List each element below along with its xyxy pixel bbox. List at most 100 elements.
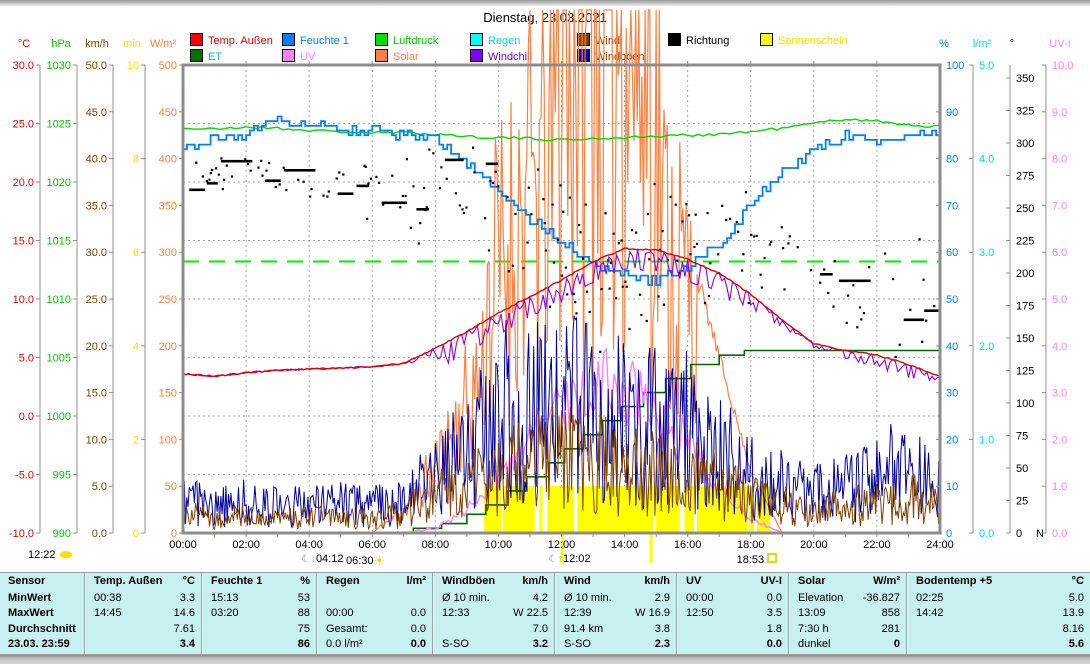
svg-text:25: 25	[1016, 496, 1028, 508]
table-column-header: Windkm/h	[556, 574, 676, 590]
table-cell-row: 7:30 h281	[790, 621, 906, 637]
svg-text:-10.0: -10.0	[9, 528, 34, 540]
svg-text:150: 150	[1016, 333, 1034, 345]
svg-text:0.0: 0.0	[979, 528, 994, 540]
svg-text:°C: °C	[18, 38, 30, 50]
axis-uvi: 10.09.08.07.06.05.04.03.02.01.00.0UV-I	[1042, 38, 1073, 540]
svg-text:100: 100	[159, 434, 177, 446]
svg-text:10.0: 10.0	[86, 434, 107, 446]
x-tick-label: 14:00	[611, 539, 639, 551]
svg-text:450: 450	[159, 107, 177, 119]
svg-text:10.0: 10.0	[13, 294, 34, 306]
table-row-label: MinWert	[0, 590, 84, 606]
svg-text:45.0: 45.0	[86, 107, 107, 119]
series-temp	[183, 248, 940, 377]
table-column-bodentemp-5: Bodentemp +5°C02:255.014:4213.98.165.6	[908, 573, 1090, 654]
svg-text:30: 30	[946, 388, 958, 400]
table-cell-row: 91.4 km3.8	[556, 621, 676, 637]
svg-text:2.0: 2.0	[1052, 434, 1067, 446]
x-tick-label: 04:00	[295, 539, 323, 551]
x-tick-label: 02:00	[232, 539, 260, 551]
table-cell-row: dunkel0	[790, 637, 906, 653]
svg-text:4.0: 4.0	[979, 154, 994, 166]
x-tick-label: 24:00	[926, 539, 954, 551]
svg-text:10: 10	[127, 60, 139, 72]
series-direction	[189, 147, 938, 359]
table-column-header: Temp. Außen°C	[86, 574, 201, 590]
svg-text:9.0: 9.0	[1052, 107, 1067, 119]
svg-text:250: 250	[159, 294, 177, 306]
svg-text:1.0: 1.0	[1052, 481, 1067, 493]
table-column-header: Bodentemp +5°C	[908, 574, 1090, 590]
event-time: 04:12	[316, 553, 344, 565]
svg-text:1.0: 1.0	[979, 434, 994, 446]
axis-deg: 3503253002752502252001751501251007550250…	[1006, 38, 1044, 540]
svg-text:2: 2	[133, 434, 139, 446]
svg-text:200: 200	[159, 341, 177, 353]
table-header: Sensor	[0, 574, 84, 590]
svg-text:0.0: 0.0	[92, 528, 107, 540]
axis-min: 1086420min	[123, 38, 145, 540]
svg-text:hPa: hPa	[51, 38, 71, 50]
svg-text:70: 70	[946, 200, 958, 212]
sunrise-icon: ☀	[374, 553, 386, 568]
svg-text:UV-I: UV-I	[1049, 38, 1070, 50]
x-tick-label: 12:00	[548, 539, 576, 551]
svg-text:175: 175	[1016, 301, 1034, 313]
svg-text:75: 75	[1016, 431, 1028, 443]
table-cell-row: 7.61	[86, 621, 201, 637]
svg-text:1005: 1005	[47, 353, 71, 365]
svg-text:50: 50	[946, 294, 958, 306]
svg-text:8: 8	[133, 154, 139, 166]
event-sunrise: 06:30☀	[346, 553, 385, 569]
svg-text:N: N	[1036, 528, 1044, 540]
table-cell-row: 00:000.0	[318, 606, 432, 622]
axis-wm2: 500450400350300250200150100500W/m²	[150, 38, 183, 540]
svg-text:40: 40	[946, 341, 958, 353]
svg-text:350: 350	[1016, 73, 1034, 85]
x-tick-label: 10:00	[485, 539, 513, 551]
svg-text:1020: 1020	[47, 177, 71, 189]
table-cell-row: 7.0	[434, 621, 554, 637]
svg-text:min: min	[123, 38, 141, 50]
table-column-header: Feuchte 1%	[203, 574, 316, 590]
svg-text:1010: 1010	[47, 294, 71, 306]
svg-text:30.0: 30.0	[86, 247, 107, 259]
table-column-wind: Windkm/hØ 10 min.2.912:39W 16.991.4 km3.…	[556, 573, 678, 654]
table-column-feuchte-1: Feuchte 1%15:135303:20887586	[203, 573, 318, 654]
weather-chart: 30.025.020.015.010.05.00.0-5.0-10.0°C103…	[0, 0, 1090, 577]
svg-text:30.0: 30.0	[13, 60, 34, 72]
event-sunset: 18:53	[737, 553, 778, 566]
svg-text:1030: 1030	[47, 60, 71, 72]
table-cell-row: 1.8	[678, 621, 788, 637]
table-cell-row: 02:255.0	[908, 590, 1090, 606]
svg-text:225: 225	[1016, 236, 1034, 248]
svg-text:3.0: 3.0	[1052, 388, 1067, 400]
table-cell-row: 86	[203, 637, 316, 653]
table-column-regen: Regenl/m²00:000.0Gesamt:0.00.0 l/m²0.0	[318, 573, 434, 654]
table-row-label: 23.03. 23:59	[0, 637, 84, 653]
svg-text:150: 150	[159, 388, 177, 400]
svg-text:50: 50	[1016, 463, 1028, 475]
table-cell-row	[318, 590, 432, 606]
sun-blob-icon	[60, 551, 72, 558]
svg-text:0.0: 0.0	[19, 411, 34, 423]
x-tick-label: 06:00	[358, 539, 386, 551]
svg-text:20: 20	[946, 434, 958, 446]
weather-station-window: Dienstag, 23.03.2021 Temp. AußenFeuchte …	[0, 0, 1090, 664]
statistics-table: SensorMinWertMaxWertDurchschnitt23.03. 2…	[0, 572, 1090, 655]
table-cell-row: 12:33W 22.5	[434, 606, 554, 622]
x-tick-label: 16:00	[674, 539, 702, 551]
svg-text:995: 995	[53, 470, 71, 482]
axis-tempC: 30.025.020.015.010.05.00.0-5.0-10.0°C	[9, 38, 40, 540]
svg-text:50: 50	[165, 481, 177, 493]
table-cell-row: 3.4	[86, 637, 201, 653]
event-time: 06:30	[346, 555, 374, 567]
svg-text:3.0: 3.0	[979, 247, 994, 259]
chart-svg: 30.025.020.015.010.05.00.0-5.0-10.0°C103…	[0, 0, 1090, 572]
svg-text:250: 250	[1016, 203, 1034, 215]
x-tick-label: 00:00	[169, 539, 197, 551]
svg-text:1000: 1000	[47, 411, 71, 423]
window-bottom-edge	[0, 655, 1090, 664]
table-column-uv: UVUV-I00:000.012:503.51.80.0	[678, 573, 790, 654]
